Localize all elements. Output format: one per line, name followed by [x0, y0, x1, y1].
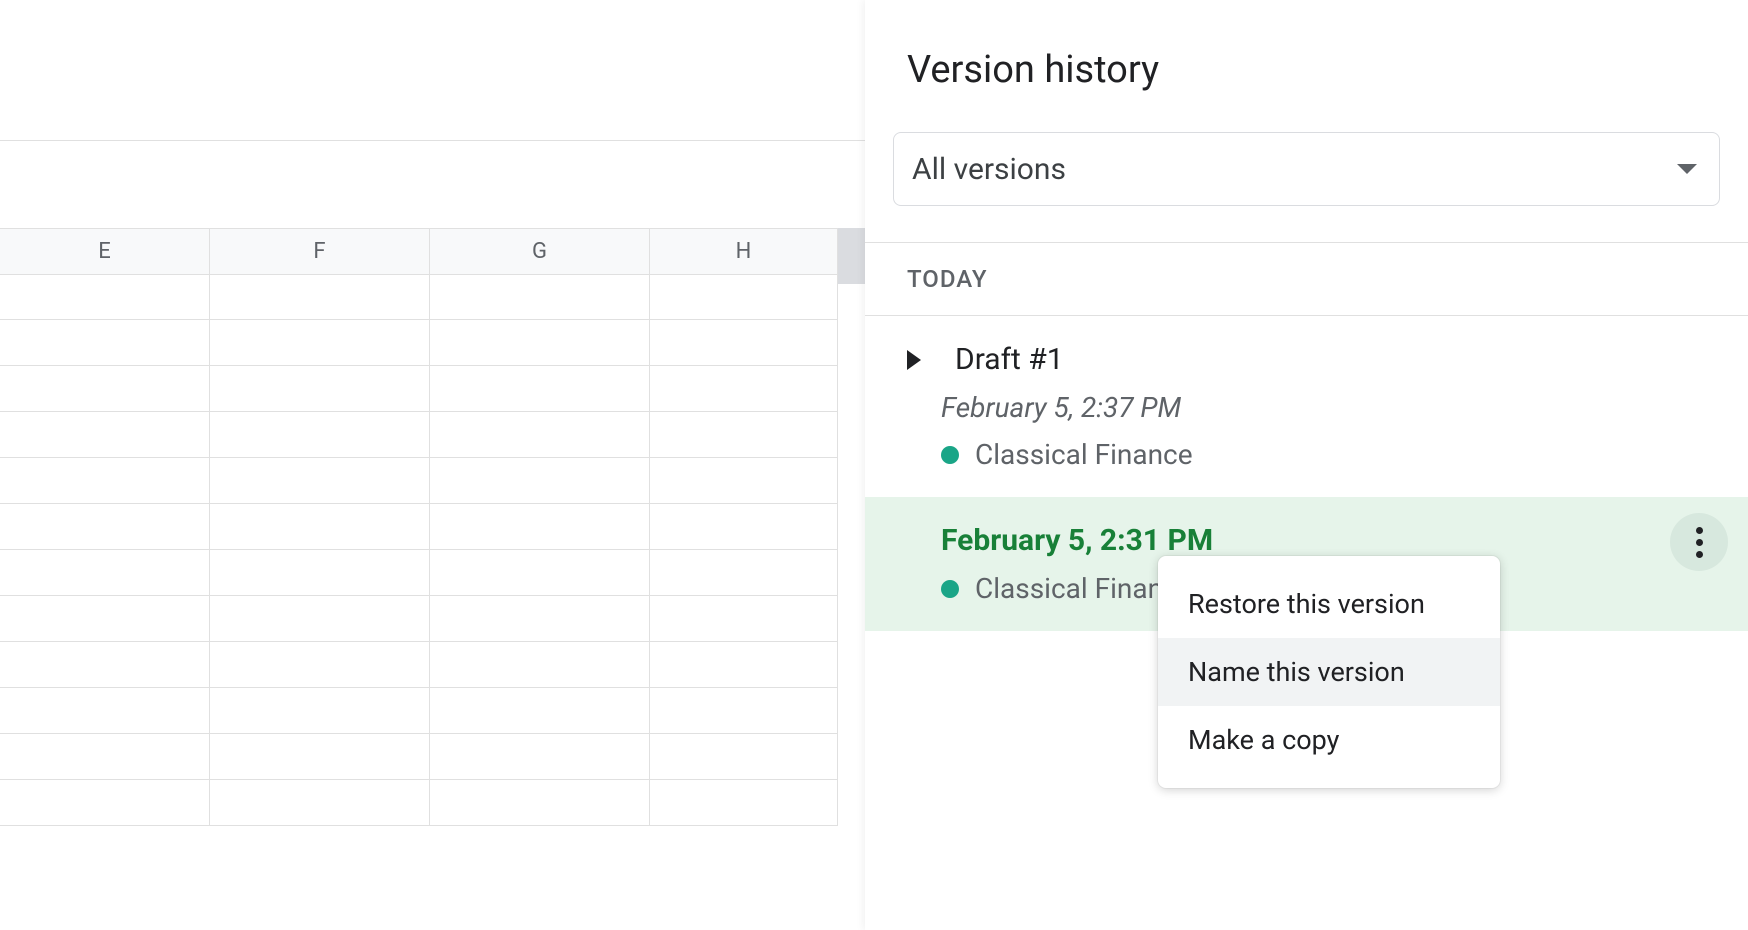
sidebar-title: Version history [865, 0, 1748, 92]
cell[interactable] [210, 642, 430, 688]
author-color-dot-icon [941, 446, 959, 464]
cell[interactable] [0, 780, 210, 826]
more-actions-button[interactable] [1670, 513, 1728, 571]
cell[interactable] [210, 412, 430, 458]
cell[interactable] [0, 366, 210, 412]
cell[interactable] [0, 688, 210, 734]
cell[interactable] [430, 688, 650, 734]
cell[interactable] [210, 504, 430, 550]
version-title: February 5, 2:31 PM [941, 523, 1213, 558]
spreadsheet-area: E F G H [0, 0, 865, 930]
cell[interactable] [650, 596, 838, 642]
cell[interactable] [650, 688, 838, 734]
grid-row [0, 642, 865, 688]
version-filter-dropdown[interactable]: All versions [893, 132, 1720, 206]
cell[interactable] [650, 734, 838, 780]
cell[interactable] [650, 504, 838, 550]
cell[interactable] [430, 274, 650, 320]
cell[interactable] [650, 780, 838, 826]
cell[interactable] [650, 320, 838, 366]
version-timestamp: February 5, 2:37 PM [941, 391, 1748, 424]
cell[interactable] [430, 412, 650, 458]
grid-row [0, 688, 865, 734]
expand-triangle-icon[interactable] [907, 350, 921, 370]
cell[interactable] [0, 504, 210, 550]
cell[interactable] [430, 550, 650, 596]
cell[interactable] [0, 734, 210, 780]
version-item[interactable]: Draft #1 February 5, 2:37 PM Classical F… [865, 316, 1748, 497]
cell[interactable] [650, 642, 838, 688]
cell[interactable] [210, 688, 430, 734]
cell[interactable] [0, 320, 210, 366]
column-header-h[interactable]: H [650, 229, 838, 275]
cell[interactable] [650, 274, 838, 320]
cell[interactable] [0, 550, 210, 596]
chevron-down-icon [1677, 164, 1697, 174]
cell[interactable] [430, 734, 650, 780]
author-color-dot-icon [941, 580, 959, 598]
cell[interactable] [210, 780, 430, 826]
column-header-g[interactable]: G [430, 229, 650, 275]
grid-row [0, 458, 865, 504]
menu-restore-version[interactable]: Restore this version [1158, 570, 1500, 638]
cell[interactable] [430, 320, 650, 366]
cell[interactable] [430, 366, 650, 412]
cell[interactable] [0, 274, 210, 320]
cell[interactable] [430, 780, 650, 826]
grid-row [0, 504, 865, 550]
grid-rows [0, 274, 865, 826]
cell[interactable] [210, 734, 430, 780]
cell[interactable] [430, 504, 650, 550]
cell[interactable] [210, 320, 430, 366]
menu-name-version[interactable]: Name this version [1158, 638, 1500, 706]
column-header-f[interactable]: F [210, 229, 430, 275]
cell[interactable] [210, 550, 430, 596]
filter-selected-label: All versions [912, 152, 1066, 187]
cell[interactable] [0, 596, 210, 642]
cell[interactable] [210, 274, 430, 320]
toolbar-divider [0, 140, 865, 141]
column-header-e[interactable]: E [0, 229, 210, 275]
grid-row [0, 596, 865, 642]
version-title: Draft #1 [955, 342, 1064, 377]
grid-row [0, 274, 865, 320]
menu-make-copy[interactable]: Make a copy [1158, 706, 1500, 774]
grid-row [0, 320, 865, 366]
grid-row [0, 412, 865, 458]
cell[interactable] [650, 412, 838, 458]
version-history-sidebar: Version history All versions TODAY Draft… [865, 0, 1748, 930]
grid-row [0, 366, 865, 412]
cell[interactable] [430, 596, 650, 642]
cell[interactable] [210, 596, 430, 642]
grid-row [0, 780, 865, 826]
cell[interactable] [210, 458, 430, 504]
section-label: TODAY [865, 243, 1748, 316]
column-header-row: E F G H [0, 228, 865, 274]
grid-row [0, 734, 865, 780]
cell[interactable] [0, 458, 210, 504]
cell[interactable] [650, 458, 838, 504]
cell[interactable] [0, 412, 210, 458]
cell[interactable] [210, 366, 430, 412]
version-context-menu: Restore this version Name this version M… [1158, 556, 1500, 788]
cell[interactable] [430, 458, 650, 504]
version-author: Classical Finance [975, 438, 1193, 471]
cell[interactable] [650, 366, 838, 412]
cell[interactable] [0, 642, 210, 688]
cell[interactable] [650, 550, 838, 596]
grid-row [0, 550, 865, 596]
more-vertical-icon [1696, 527, 1703, 558]
cell[interactable] [430, 642, 650, 688]
